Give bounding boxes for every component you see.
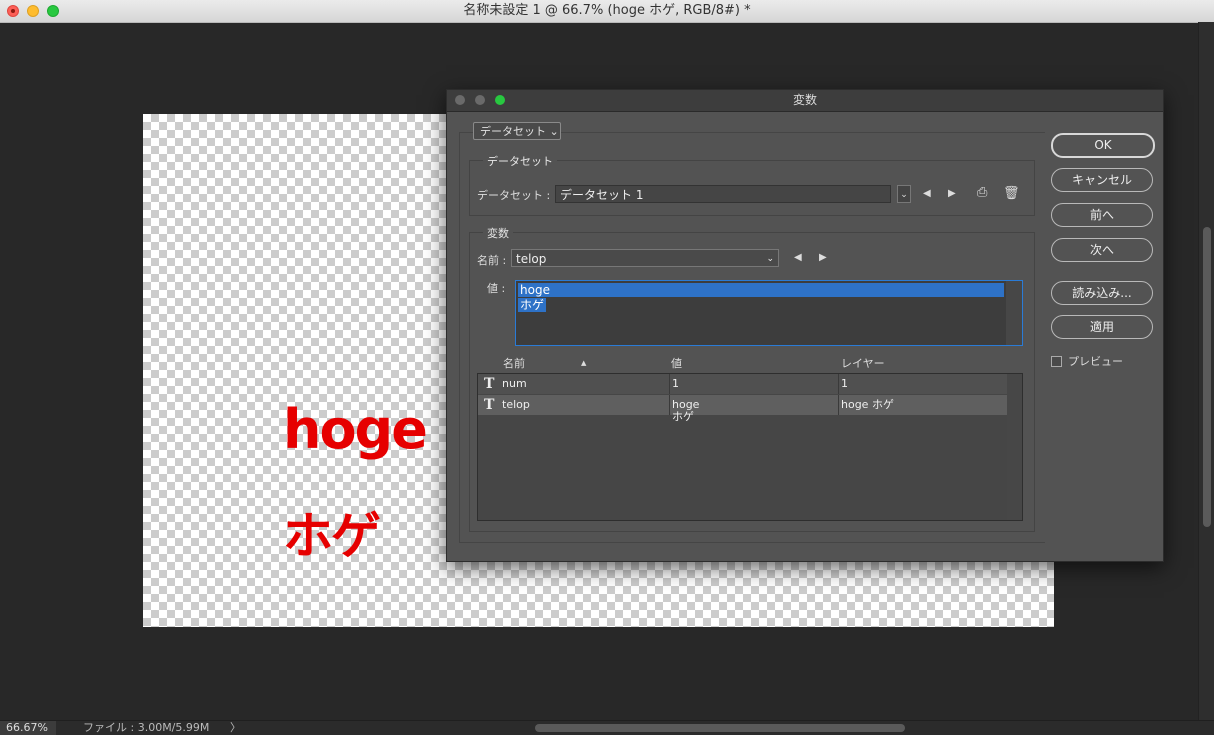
row-layer: 1 <box>841 377 848 390</box>
cancel-button[interactable]: キャンセル <box>1051 168 1153 192</box>
dataset-prev-arrow-icon[interactable]: ◀ <box>923 188 931 199</box>
variables-table: T num 1 1 T telop hoge ホゲ hoge ホゲ <box>477 373 1023 521</box>
sort-ascending-icon[interactable]: ▲ <box>581 359 586 367</box>
dataset-dropdown-button[interactable]: ⌄ <box>897 185 911 203</box>
dialog-title: 変数 <box>792 93 817 107</box>
horizontal-scroll-thumb[interactable] <box>535 724 905 732</box>
mode-dropdown[interactable]: データセット ⌄ <box>473 122 561 140</box>
file-info: ファイル : 3.00M/5.99M <box>83 721 210 734</box>
row-layer: hoge ホゲ <box>841 398 894 411</box>
vertical-scroll-thumb[interactable] <box>1203 227 1211 527</box>
dialog-titlebar: 変数 <box>447 90 1163 112</box>
variable-next-arrow-icon[interactable]: ▶ <box>819 252 827 263</box>
variables-group-label: 変数 <box>483 225 513 241</box>
value-textarea[interactable]: hoge ホゲ <box>515 280 1023 346</box>
column-divider <box>669 374 670 394</box>
column-divider <box>669 395 670 415</box>
dataset-next-arrow-icon[interactable]: ▶ <box>948 188 956 199</box>
dataset-group-label: データセット <box>483 153 557 169</box>
text-layer-icon: T <box>484 376 495 392</box>
window-title: 名称未設定 1 @ 66.7% (hoge ホゲ, RGB/8#) * <box>463 3 751 18</box>
zoom-window-button[interactable] <box>47 5 59 17</box>
vertical-scrollbar[interactable] <box>1198 22 1214 720</box>
zoom-level[interactable]: 66.67% <box>0 721 56 735</box>
dataset-select[interactable]: データセット 1 <box>555 185 891 203</box>
text-layer-icon: T <box>484 397 495 413</box>
dialog-close-button[interactable] <box>455 95 465 105</box>
canvas-text-line2: ホゲ <box>283 507 381 565</box>
column-divider <box>838 395 839 415</box>
next-button[interactable]: 次へ <box>1051 238 1153 262</box>
canvas-text-line1: hoge <box>283 398 428 461</box>
row-value: hoge ホゲ <box>672 399 699 423</box>
close-window-button[interactable] <box>7 5 19 17</box>
column-header-layer[interactable]: レイヤー <box>841 355 885 371</box>
preview-label: プレビュー <box>1068 355 1123 368</box>
ok-button[interactable]: OK <box>1051 133 1155 158</box>
row-value: 1 <box>672 377 679 390</box>
value-line1: hoge <box>518 283 1004 297</box>
chevron-down-icon: ⌄ <box>766 254 774 264</box>
row-name: telop <box>502 398 530 411</box>
value-label: 値 : <box>487 282 506 295</box>
dialog-minimize-button[interactable] <box>475 95 485 105</box>
variable-name-select[interactable]: telop ⌄ <box>511 249 779 267</box>
dialog-zoom-button[interactable] <box>495 95 505 105</box>
preview-checkbox[interactable]: プレビュー <box>1051 353 1123 369</box>
minimize-window-button[interactable] <box>27 5 39 17</box>
prev-button[interactable]: 前へ <box>1051 203 1153 227</box>
apply-button[interactable]: 適用 <box>1051 315 1153 339</box>
table-row[interactable]: T num 1 1 <box>478 374 1007 394</box>
status-bar: 66.67% ファイル : 3.00M/5.99M 〉 <box>0 720 1214 735</box>
value-line2: ホゲ <box>518 298 547 312</box>
name-label: 名前 : <box>477 254 507 267</box>
column-divider <box>838 374 839 394</box>
load-button[interactable]: 読み込み... <box>1051 281 1153 305</box>
window-titlebar: 名称未設定 1 @ 66.7% (hoge ホゲ, RGB/8#) * <box>0 0 1214 23</box>
table-scrollbar[interactable] <box>1007 374 1022 520</box>
save-dataset-icon[interactable]: ⎙ <box>977 185 987 200</box>
value-scrollbar[interactable] <box>1006 281 1022 345</box>
status-menu-arrow-icon[interactable]: 〉 <box>230 721 241 735</box>
variables-dialog: 変数 データセット ⌄ データセット データセット : データセット 1 ⌄ ◀… <box>446 89 1164 562</box>
checkbox-box[interactable] <box>1051 355 1062 367</box>
row-name: num <box>502 377 527 390</box>
variable-name-value: telop <box>516 252 547 266</box>
table-row[interactable]: T telop hoge ホゲ hoge ホゲ <box>478 395 1007 423</box>
row-value-line2: ホゲ <box>672 410 694 423</box>
variable-prev-arrow-icon[interactable]: ◀ <box>794 252 802 263</box>
trash-icon[interactable]: 🗑 <box>1003 186 1020 201</box>
dataset-field-label: データセット : <box>477 189 551 202</box>
column-header-name[interactable]: 名前 <box>503 355 525 371</box>
column-header-value[interactable]: 値 <box>671 355 682 371</box>
